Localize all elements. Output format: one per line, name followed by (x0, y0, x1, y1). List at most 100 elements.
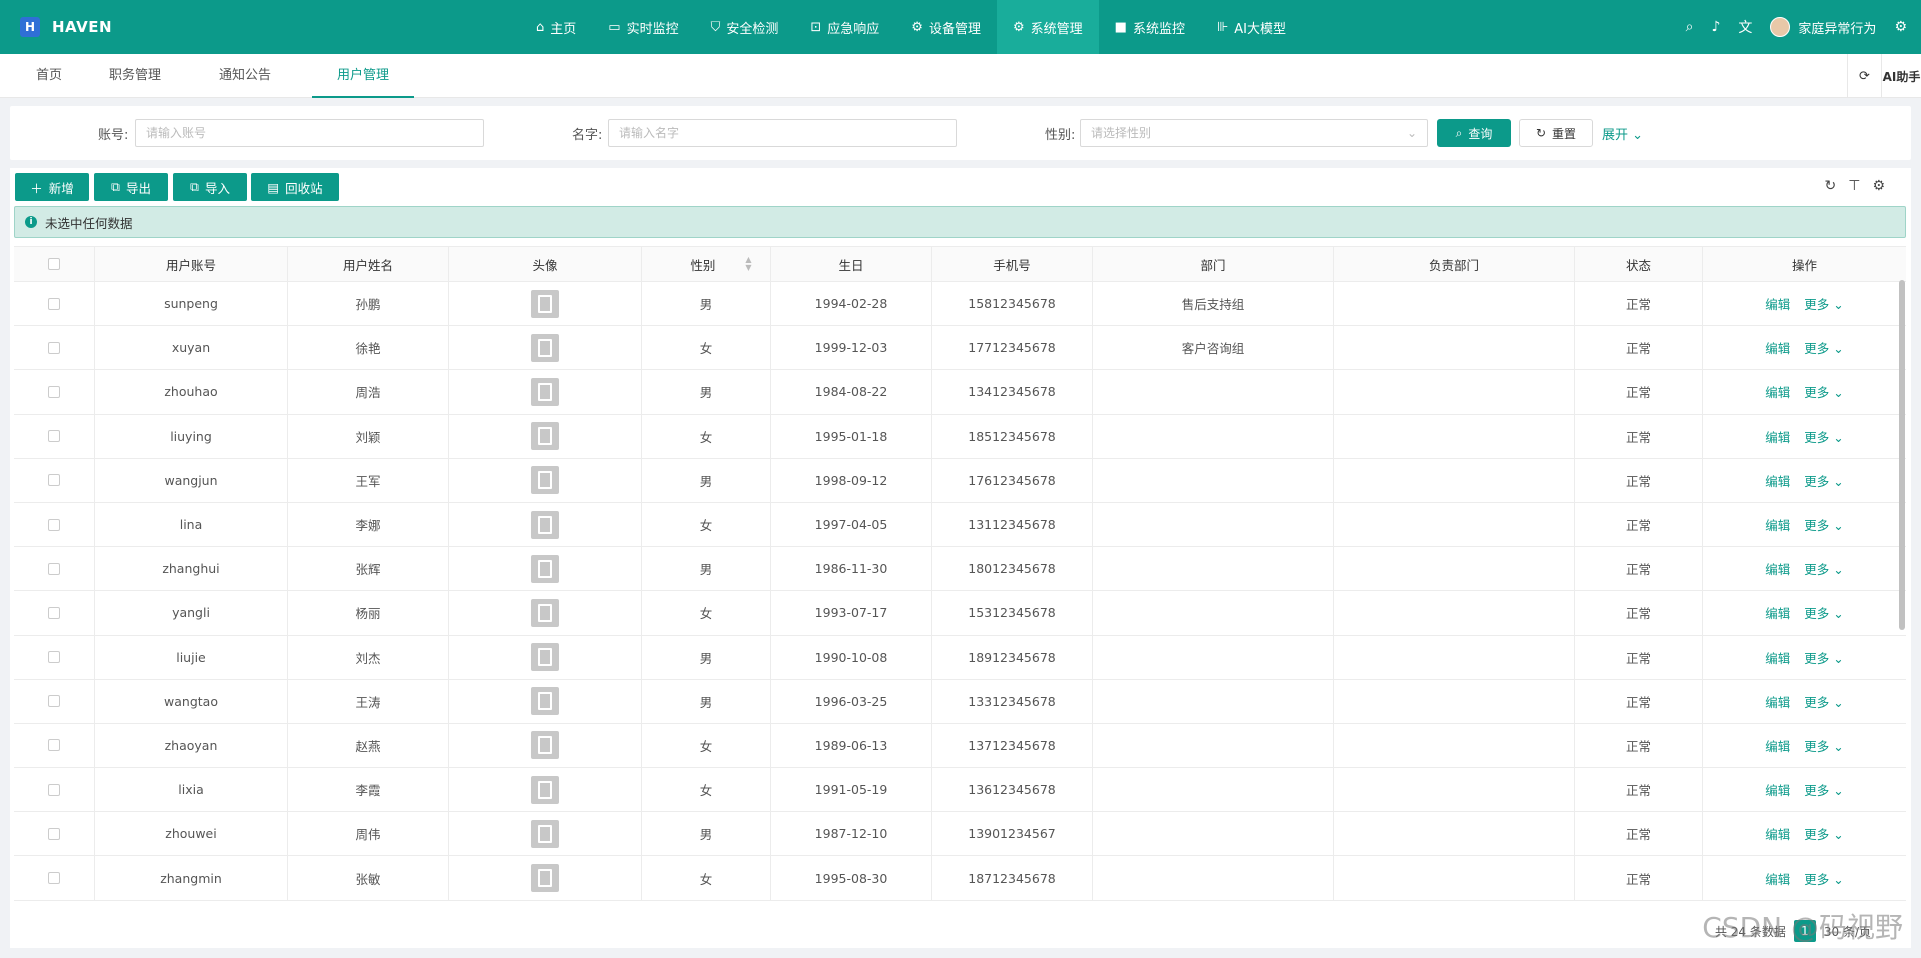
more-dropdown[interactable]: 更多 ⌄ (1804, 648, 1843, 667)
tab-notice[interactable]: 通知公告 (210, 54, 280, 98)
nav-item-7[interactable]: ⊪ AI大模型 (1201, 0, 1302, 54)
image-placeholder-icon[interactable] (531, 687, 559, 716)
edit-link[interactable]: 编辑 (1765, 869, 1790, 888)
column-header[interactable]: 用户姓名 (288, 247, 449, 281)
more-dropdown[interactable]: 更多 ⌄ (1804, 692, 1843, 711)
query-button[interactable]: ⌕ 查询 (1437, 119, 1511, 147)
image-placeholder-icon[interactable] (531, 377, 559, 406)
more-dropdown[interactable]: 更多 ⌄ (1804, 780, 1843, 799)
table-row[interactable]: wangtao 王涛男 1996-03-25 13312345678 正常 编辑 更多 ⌄ (14, 679, 1906, 724)
row-checkbox[interactable] (48, 297, 60, 310)
row-checkbox[interactable] (48, 872, 60, 885)
more-dropdown[interactable]: 更多 ⌄ (1804, 515, 1843, 534)
table-row[interactable]: zhouhao 周浩男 1984-08-22 13412345678 正常 编辑 更多 ⌄ (14, 370, 1906, 415)
nav-item-0[interactable]: ⌂ 主页 (520, 0, 592, 54)
ai-assistant-button[interactable]: AI助手 (1881, 54, 1921, 98)
column-height-icon[interactable]: ⊤ (1848, 178, 1860, 194)
edit-link[interactable]: 编辑 (1765, 471, 1790, 490)
image-placeholder-icon[interactable] (531, 289, 559, 318)
vertical-scrollbar[interactable] (1899, 280, 1905, 630)
edit-link[interactable]: 编辑 (1765, 294, 1790, 313)
table-row[interactable]: liuying 刘颖女 1995-01-18 18512345678 正常 编辑 更多 ⌄ (14, 414, 1906, 459)
table-row[interactable]: xuyan 徐艳女 1999-12-03 17712345678 客户咨询组 正常 编辑 更多… (14, 326, 1906, 371)
nav-item-2[interactable]: ⛉ 安全检测 (695, 0, 795, 54)
row-checkbox[interactable] (48, 518, 60, 531)
more-dropdown[interactable]: 更多 ⌄ (1804, 382, 1843, 401)
sort-icon[interactable]: ▲ ▼ (745, 256, 751, 272)
more-dropdown[interactable]: 更多 ⌄ (1804, 559, 1843, 578)
translate-icon[interactable]: 文 (1738, 17, 1752, 37)
export-button[interactable]: ⧉ 导出 (94, 173, 168, 201)
bell-icon[interactable]: ♪ (1711, 19, 1720, 35)
row-checkbox[interactable] (48, 341, 60, 354)
row-checkbox[interactable] (48, 474, 60, 487)
select-all-checkbox[interactable] (48, 258, 60, 270)
settings-gear-icon[interactable]: ⚙ (1894, 19, 1907, 35)
column-header[interactable]: 头像 (449, 247, 642, 281)
account-input[interactable]: 请输入账号 (135, 119, 484, 147)
column-header[interactable]: 负责部门 (1334, 247, 1575, 281)
image-placeholder-icon[interactable] (531, 864, 559, 893)
image-placeholder-icon[interactable] (531, 466, 559, 495)
table-row[interactable]: lixia 李霞女 1991-05-19 13612345678 正常 编辑 更多 ⌄ (14, 768, 1906, 813)
row-checkbox[interactable] (48, 651, 60, 664)
row-checkbox[interactable] (48, 606, 60, 619)
row-checkbox[interactable] (48, 562, 60, 575)
tab-user-management[interactable]: 用户管理 (312, 54, 414, 98)
user-menu[interactable]: 家庭异常行为 (1770, 17, 1876, 37)
brand[interactable]: H HAVEN (0, 17, 300, 37)
more-dropdown[interactable]: 更多 ⌄ (1804, 824, 1843, 843)
nav-item-4[interactable]: ⚙ 设备管理 (895, 0, 997, 54)
reset-button[interactable]: ↻ 重置 (1519, 119, 1593, 147)
row-checkbox[interactable] (48, 739, 60, 752)
table-row[interactable]: zhouwei 周伟男 1987-12-10 13901234567 正常 编辑 更多 ⌄ (14, 812, 1906, 857)
edit-link[interactable]: 编辑 (1765, 648, 1790, 667)
more-dropdown[interactable]: 更多 ⌄ (1804, 603, 1843, 622)
edit-link[interactable]: 编辑 (1765, 780, 1790, 799)
column-header[interactable]: 用户账号 (95, 247, 288, 281)
edit-link[interactable]: 编辑 (1765, 736, 1790, 755)
nav-item-5[interactable]: ⚙ 系统管理 (996, 0, 1099, 54)
column-header-sortable[interactable]: 性别 ▲ ▼ (642, 247, 771, 281)
name-input[interactable]: 请输入名字 (608, 119, 957, 147)
edit-link[interactable]: 编辑 (1765, 382, 1790, 401)
image-placeholder-icon[interactable] (531, 554, 559, 583)
image-placeholder-icon[interactable] (531, 422, 559, 451)
image-placeholder-icon[interactable] (531, 819, 559, 848)
row-checkbox[interactable] (48, 695, 60, 708)
more-dropdown[interactable]: 更多 ⌄ (1804, 736, 1843, 755)
more-dropdown[interactable]: 更多 ⌄ (1804, 869, 1843, 888)
nav-item-1[interactable]: ▭ 实时监控 (592, 0, 694, 54)
edit-link[interactable]: 编辑 (1765, 824, 1790, 843)
table-row[interactable]: lina 李娜女 1997-04-05 13112345678 正常 编辑 更多 ⌄ (14, 502, 1906, 548)
tab-home[interactable]: 首页 (24, 54, 74, 98)
tab-position-management[interactable]: 职务管理 (100, 54, 170, 98)
add-button[interactable]: ＋ 新增 (15, 173, 89, 201)
table-row[interactable]: sunpeng 孙鹏男 1994-02-28 15812345678 售后支持组 正常 编辑… (14, 282, 1906, 327)
edit-link[interactable]: 编辑 (1765, 559, 1790, 578)
recycle-bin-button[interactable]: ▤ 回收站 (251, 173, 339, 201)
import-button[interactable]: ⧉ 导入 (173, 173, 247, 201)
row-checkbox[interactable] (48, 430, 60, 443)
table-row[interactable]: wangjun 王军男 1998-09-12 17612345678 正常 编辑 更多 ⌄ (14, 458, 1906, 503)
nav-item-6[interactable]: ■ 系统监控 (1099, 0, 1201, 54)
more-dropdown[interactable]: 更多 ⌄ (1804, 294, 1843, 313)
image-placeholder-icon[interactable] (531, 731, 559, 760)
nav-item-3[interactable]: ⊡ 应急响应 (794, 0, 895, 54)
more-dropdown[interactable]: 更多 ⌄ (1804, 338, 1843, 357)
table-row[interactable]: zhangmin 张敏女 1995-08-30 18712345678 正常 编辑 更多 ⌄ (14, 856, 1906, 901)
row-checkbox[interactable] (48, 783, 60, 796)
expand-link[interactable]: 展开 ⌄ (1602, 124, 1643, 143)
table-row[interactable]: liujie 刘杰男 1990-10-08 18912345678 正常 编辑 更多 ⌄ (14, 635, 1906, 680)
image-placeholder-icon[interactable] (531, 643, 559, 672)
table-row[interactable]: zhaoyan 赵燕女 1989-06-13 13712345678 正常 编辑 更多 ⌄ (14, 723, 1906, 769)
more-dropdown[interactable]: 更多 ⌄ (1804, 427, 1843, 446)
column-header[interactable]: 生日 (771, 247, 932, 281)
edit-link[interactable]: 编辑 (1765, 515, 1790, 534)
image-placeholder-icon[interactable] (531, 775, 559, 804)
column-settings-gear-icon[interactable]: ⚙ (1872, 178, 1885, 194)
column-header[interactable]: 部门 (1093, 247, 1334, 281)
search-icon[interactable]: ⌕ (1686, 19, 1694, 35)
column-header[interactable]: 状态 (1575, 247, 1703, 281)
table-row[interactable]: zhanghui 张辉男 1986-11-30 18012345678 正常 编辑 更多 ⌄ (14, 547, 1906, 592)
